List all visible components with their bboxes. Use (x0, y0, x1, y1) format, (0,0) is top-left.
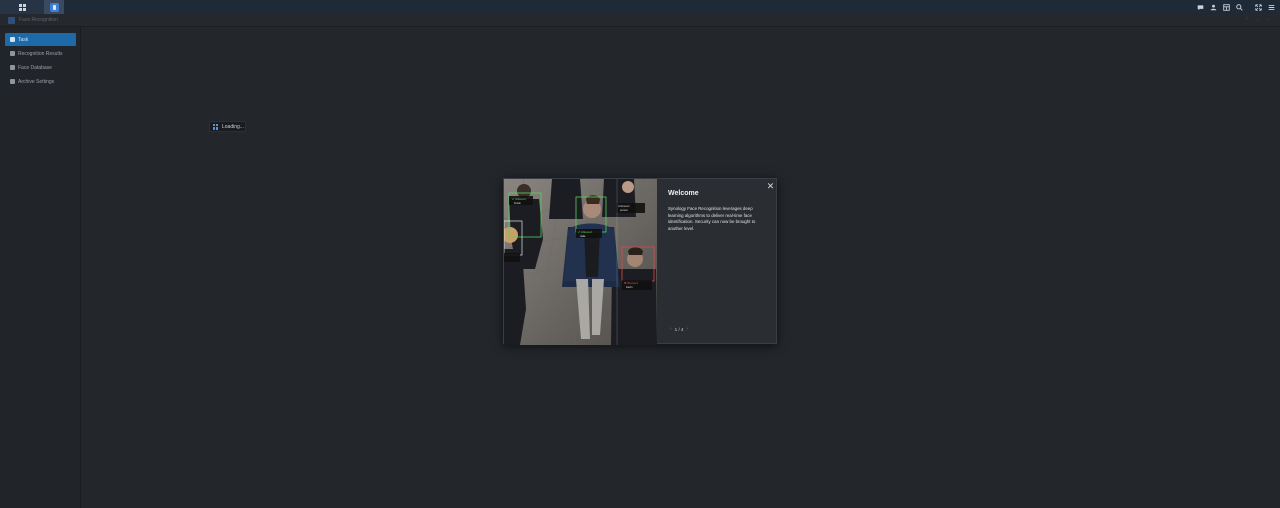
svg-text:Frank: Frank (514, 201, 521, 205)
archive-icon (10, 79, 15, 84)
user-icon[interactable] (1207, 0, 1220, 14)
pager: ‹ 1 / 4 › (670, 326, 688, 332)
sidebar-item-face-database[interactable]: Face Database (5, 61, 76, 74)
dialog-title: Welcome (668, 190, 699, 197)
help-icon[interactable]: ? (1245, 17, 1248, 23)
fullscreen-icon[interactable] (1252, 0, 1265, 14)
menu-icon[interactable] (1265, 0, 1278, 14)
results-icon (10, 51, 15, 56)
dialog-description: Synology Face Recognition leverages deep… (668, 206, 756, 231)
loading-indicator: Loading... (209, 121, 246, 132)
sidebar-item-recognition-results[interactable]: Recognition Results (5, 47, 76, 60)
task-icon (10, 37, 15, 42)
svg-text:Kevin: Kevin (626, 285, 633, 289)
taskbar-tray (1194, 0, 1280, 14)
sidebar-item-label: Face Database (18, 64, 52, 71)
grid-icon (18, 3, 26, 11)
window-controls: ? – □ (1245, 17, 1270, 23)
window-titlebar: Face Recognition ? – □ (0, 14, 1280, 27)
sidebar-item-task[interactable]: Task (5, 33, 76, 46)
close-button[interactable]: ✕ (766, 182, 775, 191)
main-menu-button[interactable] (0, 0, 44, 14)
maximize-icon[interactable]: □ (1267, 17, 1270, 23)
face-recognition-taskbar-button[interactable] (44, 0, 64, 14)
window-title: Face Recognition (19, 17, 58, 23)
close-icon: ✕ (766, 181, 775, 191)
svg-text:✔ Allowed: ✔ Allowed (578, 230, 592, 234)
svg-text:✔ Allowed: ✔ Allowed (512, 197, 526, 201)
widgets-icon[interactable] (1220, 0, 1233, 14)
svg-text:Jake: Jake (580, 234, 586, 238)
welcome-illustration: ✔ Allowed Frank ✔ Allowed Jake Unknown p… (504, 179, 657, 345)
sidebar: Task Recognition Results Face Database A… (0, 27, 81, 508)
app-window-icon (8, 16, 15, 24)
svg-text:person: person (620, 208, 628, 212)
welcome-dialog: ✔ Allowed Frank ✔ Allowed Jake Unknown p… (503, 178, 777, 345)
search-icon[interactable] (1233, 0, 1246, 14)
loading-label: Loading... (222, 123, 244, 130)
prev-page-icon[interactable]: ‹ (670, 326, 672, 332)
minimize-icon[interactable]: – (1256, 17, 1259, 23)
sidebar-item-archive-settings[interactable]: Archive Settings (5, 75, 76, 88)
next-page-icon[interactable]: › (687, 326, 689, 332)
svg-text:✖ Blocked: ✖ Blocked (624, 281, 638, 285)
loading-app-icon (213, 123, 219, 130)
sidebar-item-label: Task (18, 36, 29, 43)
sidebar-item-label: Recognition Results (18, 50, 63, 57)
page-indicator: 1 / 4 (674, 326, 684, 332)
svg-text:Unknown: Unknown (618, 204, 630, 208)
sidebar-item-label: Archive Settings (18, 78, 55, 85)
face-recognition-app-icon (49, 2, 59, 12)
taskbar (0, 0, 1280, 14)
chat-icon[interactable] (1194, 0, 1207, 14)
folder-icon (10, 65, 15, 70)
